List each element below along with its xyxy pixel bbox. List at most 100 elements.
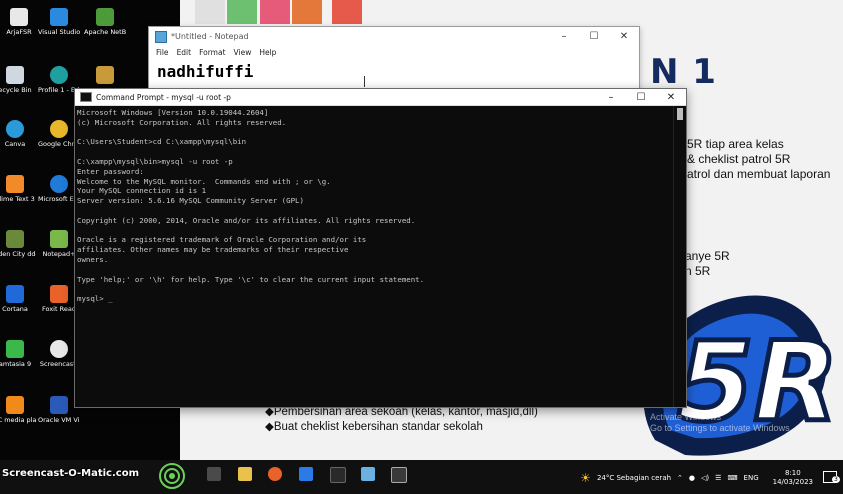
desktop-icon-arjafsr[interactable]: ArjaFSR [0,8,40,36]
screencast-recorder-icon [159,463,185,489]
edge-icon [50,66,68,84]
maximize-icon[interactable]: ☐ [626,92,656,103]
desktop-icon-cortana[interactable]: Cortana [0,285,36,313]
camtasia-icon [6,340,24,358]
vlc-icon [6,396,24,414]
clock[interactable]: 8:10 14/03/2023 [773,469,813,487]
icon-label: amtasia 9 [0,360,32,368]
close-icon[interactable]: ✕ [609,31,639,42]
slide-stripe [195,0,225,24]
icon-label: LC media player [0,416,36,424]
cmd-console-output[interactable]: Microsoft Windows [Version 10.0.19044.26… [77,108,672,405]
language-indicator[interactable]: ENG [744,474,759,482]
app-icon [96,66,114,84]
terminal-taskbar-icon[interactable] [330,467,346,483]
menu-help[interactable]: Help [259,48,276,57]
console-line: Your MySQL connection id is 1 [77,186,207,196]
maximize-icon[interactable]: ☐ [579,31,609,42]
icon-label: Canva [4,140,26,148]
watermark-line: Activate Windows [650,412,722,422]
scrollbar-thumb[interactable] [677,108,683,120]
desktop-icon-sublime-text[interactable]: blime Text 3 [0,175,36,203]
skype-icon[interactable] [299,467,313,481]
notepad-text-area[interactable]: nadhifuffi [157,62,253,81]
notepad-title: *Untitled - Notepad [171,32,249,41]
console-line: mysql> _ [77,294,113,304]
bullet-text: Buat cheklist kebersihan standar sekolah [273,421,483,433]
notepad-titlebar[interactable]: *Untitled - Notepad – ☐ ✕ [149,27,639,46]
menu-file[interactable]: File [156,48,169,57]
slide-bullet: ◆Buat cheklist kebersihan standar sekola… [265,421,483,433]
command-prompt-window[interactable]: Command Prompt - mysql -u root -p – ☐ ✕ … [74,88,687,408]
console-line: C:\Users\Student>cd C:\xampp\mysql\bin [77,137,247,147]
canva-icon [6,120,24,138]
chrome-taskbar-icon[interactable] [268,467,282,481]
minimize-icon[interactable]: – [596,92,626,103]
sublime-icon [6,175,24,193]
desktop-icon-netbeans[interactable]: Apache NetBeans I... [84,8,126,36]
mic-icon[interactable]: ● [689,474,695,482]
desktop-icon-canva[interactable]: Canva [0,120,36,148]
weather-icon[interactable]: ☀ [580,471,591,485]
cmd-scrollbar[interactable] [673,106,686,407]
console-line: (c) Microsoft Corporation. All rights re… [77,117,287,127]
slide-line: & cheklist patrol 5R [687,152,791,166]
screencast-watermark: Screencast-O-Matic.com [2,468,139,479]
netbeans-icon [96,8,114,26]
tray-chevron-icon[interactable]: ⌃ [677,474,683,482]
file-explorer-icon[interactable] [238,467,252,481]
desktop-icon-app[interactable] [84,66,126,86]
menu-edit[interactable]: Edit [177,48,192,57]
text-cursor-icon [364,76,365,87]
desktop-icon-camtasia[interactable]: amtasia 9 [0,340,36,368]
notepad-menubar: File Edit Format View Help [149,46,639,59]
cmd-title: Command Prompt - mysql -u root -p [96,92,231,102]
cmd-titlebar[interactable]: Command Prompt - mysql -u root -p – ☐ ✕ [75,89,686,106]
icon-label: blime Text 3 [0,195,35,203]
desktop-icon-recycle-bin[interactable]: ecycle Bin [0,66,36,94]
icon-label: Visual Studio Code [38,28,80,36]
desktop-icon-vlc[interactable]: LC media player [0,396,36,424]
cortana-icon [6,285,24,303]
icon-label: dden City dden O... [0,250,36,258]
notification-icon[interactable]: 3 [823,471,840,485]
system-tray: ☀ 24°C Sebagian cerah ⌃ ● ◁) ☰ ⌨ ENG 8:1… [580,464,843,492]
desktop-icon-vscode[interactable]: Visual Studio Code [38,8,80,36]
close-icon[interactable]: ✕ [656,92,686,103]
slide-stripe [332,0,362,24]
notification-count: 3 [832,476,840,483]
cmd-taskbar-icon[interactable] [391,467,407,483]
slide-stripe [292,0,322,24]
desktop-icon-hidden-city[interactable]: dden City dden O... [0,230,36,258]
clock-time: 8:10 [784,469,801,477]
slide-stripe [260,0,290,24]
task-view-icon[interactable] [207,467,221,481]
slide-line: anye 5R [685,249,730,263]
notepad-taskbar-icon[interactable] [361,467,375,481]
chrome-icon [50,120,68,138]
virtualbox-icon [50,396,68,414]
console-line: Microsoft Windows [Version 10.0.19044.26… [77,108,269,117]
console-line: Welcome to the MySQL monitor. Commands e… [77,176,331,186]
volume-icon[interactable]: ◁) [701,474,709,482]
edge-icon [50,175,68,193]
menu-view[interactable]: View [234,48,252,57]
vscode-icon [50,8,68,26]
slide-line: 5R tiap area kelas [687,137,784,151]
menu-format[interactable]: Format [199,48,225,57]
game-icon [6,230,24,248]
cmd-icon [80,92,92,102]
clock-date: 14/03/2023 [772,478,813,486]
window-controls: – ☐ ✕ [549,31,639,42]
console-line: Oracle is a registered trademark of Orac… [77,235,367,245]
minimize-icon[interactable]: – [549,31,579,42]
window-controls: – ☐ ✕ [596,92,686,103]
weather-text[interactable]: 24°C Sebagian cerah [597,474,671,482]
network-icon[interactable]: ☰ [715,474,721,482]
activate-windows-watermark: Activate Windows Go to Settings to activ… [650,412,792,434]
keyboard-icon[interactable]: ⌨ [727,474,737,482]
